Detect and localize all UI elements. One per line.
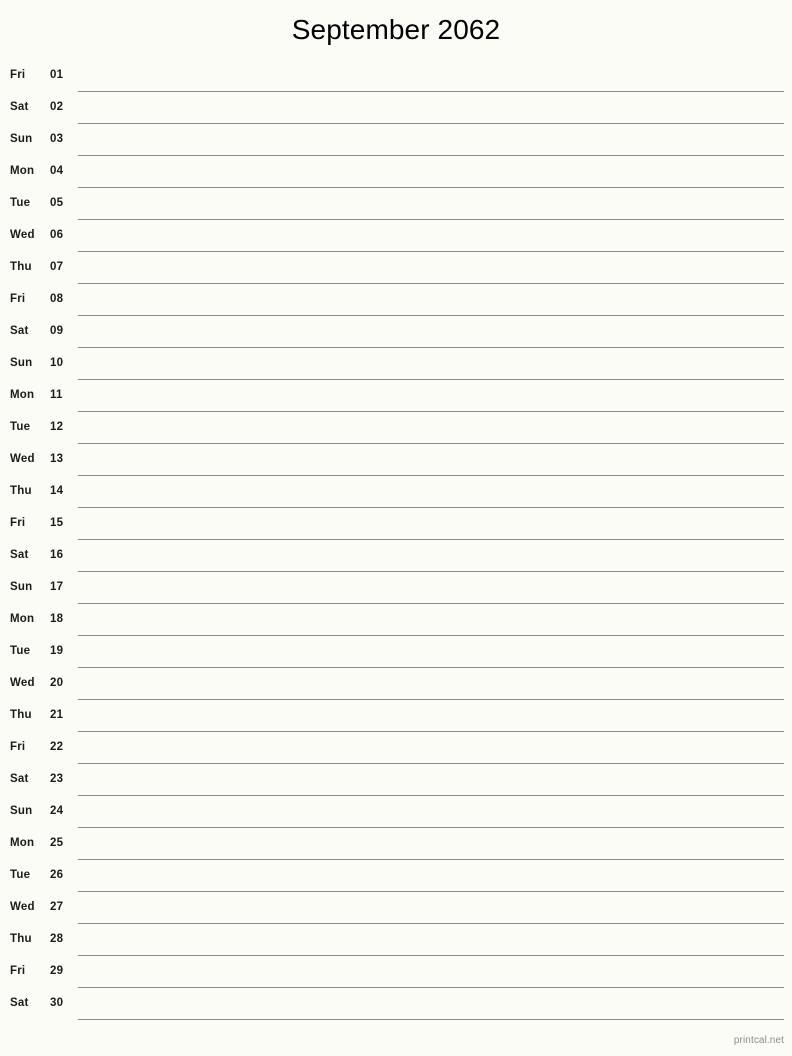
day-row: Thu 21 xyxy=(0,700,792,732)
calendar-header: September 2062 xyxy=(0,0,792,60)
day-weekday-label: Wed xyxy=(10,229,35,241)
day-row: Fri 01 xyxy=(0,60,792,92)
day-number-label: 03 xyxy=(50,133,64,145)
day-number-label: 08 xyxy=(50,293,64,305)
day-number-label: 09 xyxy=(50,325,64,337)
page-footer: printcal.net xyxy=(0,1030,792,1050)
day-number-label: 07 xyxy=(50,261,64,273)
day-weekday-label: Sat xyxy=(10,325,29,337)
day-row: Fri 29 xyxy=(0,956,792,988)
day-row: Sat 30 xyxy=(0,988,792,1020)
day-weekday-label: Mon xyxy=(10,165,35,177)
day-row: Sun 10 xyxy=(0,348,792,380)
day-row: Sat 16 xyxy=(0,540,792,572)
day-weekday-label: Sat xyxy=(10,101,29,113)
day-number-label: 28 xyxy=(50,933,64,945)
day-row-list: Fri 01 Sat 02 Sun 03 Mon 04 Tue 05 Wed 06 Thu 07 Fri 08… xyxy=(0,60,792,1020)
day-row: Fri 22 xyxy=(0,732,792,764)
day-number-label: 06 xyxy=(50,229,64,241)
day-row: Mon 04 xyxy=(0,156,792,188)
day-number-label: 26 xyxy=(50,869,64,881)
page-title: September 2062 xyxy=(291,14,501,45)
day-number-label: 01 xyxy=(50,69,64,81)
day-number-label: 17 xyxy=(50,581,64,593)
day-row: Wed 06 xyxy=(0,220,792,252)
day-number-label: 14 xyxy=(50,485,64,497)
day-row: Wed 27 xyxy=(0,892,792,924)
day-weekday-label: Sat xyxy=(10,997,29,1009)
day-number-label: 11 xyxy=(50,389,63,401)
day-weekday-label: Thu xyxy=(10,933,32,945)
day-weekday-label: Mon xyxy=(10,613,35,625)
day-weekday-label: Sun xyxy=(10,133,33,145)
day-weekday-label: Sat xyxy=(10,549,29,561)
day-number-label: 20 xyxy=(50,677,64,689)
day-weekday-label: Sun xyxy=(10,357,33,369)
day-row: Fri 15 xyxy=(0,508,792,540)
day-number-label: 16 xyxy=(50,549,64,561)
day-weekday-label: Tue xyxy=(10,645,31,657)
calendar-page: September 2062 Fri 01 Sat 02 Sun 03 Mon 04 Tue 05… xyxy=(0,0,792,1056)
day-weekday-label: Fri xyxy=(10,741,26,753)
day-row: Mon 11 xyxy=(0,380,792,412)
day-weekday-label: Fri xyxy=(10,965,26,977)
day-weekday-label: Wed xyxy=(10,453,35,465)
day-weekday-label: Sat xyxy=(10,773,29,785)
day-weekday-label: Tue xyxy=(10,421,31,433)
day-row: Fri 08 xyxy=(0,284,792,316)
day-number-label: 21 xyxy=(50,709,64,721)
day-number-label: 23 xyxy=(50,773,64,785)
day-row: Thu 14 xyxy=(0,476,792,508)
day-number-label: 04 xyxy=(50,165,64,177)
day-writing-line[interactable] xyxy=(78,1019,784,1020)
day-weekday-label: Sun xyxy=(10,805,33,817)
day-weekday-label: Wed xyxy=(10,677,35,689)
day-row: Tue 19 xyxy=(0,636,792,668)
day-weekday-label: Wed xyxy=(10,901,35,913)
day-row: Wed 20 xyxy=(0,668,792,700)
day-row: Tue 05 xyxy=(0,188,792,220)
day-number-label: 22 xyxy=(50,741,64,753)
day-number-label: 19 xyxy=(50,645,64,657)
day-row: Thu 07 xyxy=(0,252,792,284)
day-row: Tue 26 xyxy=(0,860,792,892)
day-weekday-label: Sun xyxy=(10,581,33,593)
day-row: Sun 17 xyxy=(0,572,792,604)
day-row: Sat 09 xyxy=(0,316,792,348)
day-number-label: 30 xyxy=(50,997,64,1009)
day-number-label: 18 xyxy=(50,613,64,625)
day-number-label: 02 xyxy=(50,101,64,113)
day-row: Thu 28 xyxy=(0,924,792,956)
day-weekday-label: Mon xyxy=(10,837,35,849)
day-weekday-label: Tue xyxy=(10,869,31,881)
day-row: Tue 12 xyxy=(0,412,792,444)
day-weekday-label: Thu xyxy=(10,261,32,273)
day-number-label: 24 xyxy=(50,805,64,817)
day-weekday-label: Mon xyxy=(10,389,35,401)
day-row: Sun 24 xyxy=(0,796,792,828)
day-row: Sat 02 xyxy=(0,92,792,124)
day-weekday-label: Thu xyxy=(10,709,32,721)
day-row: Wed 13 xyxy=(0,444,792,476)
day-row: Sat 23 xyxy=(0,764,792,796)
day-number-label: 29 xyxy=(50,965,64,977)
day-weekday-label: Thu xyxy=(10,485,32,497)
day-row: Mon 25 xyxy=(0,828,792,860)
day-number-label: 13 xyxy=(50,453,64,465)
day-number-label: 27 xyxy=(50,901,64,913)
day-number-label: 05 xyxy=(50,197,64,209)
footer-credit-link[interactable]: printcal.net xyxy=(734,1035,784,1046)
day-weekday-label: Fri xyxy=(10,293,26,305)
day-number-label: 10 xyxy=(50,357,64,369)
day-weekday-label: Tue xyxy=(10,197,31,209)
day-row: Sun 03 xyxy=(0,124,792,156)
day-number-label: 25 xyxy=(50,837,64,849)
day-row: Mon 18 xyxy=(0,604,792,636)
day-weekday-label: Fri xyxy=(10,69,26,81)
day-number-label: 15 xyxy=(50,517,64,529)
day-weekday-label: Fri xyxy=(10,517,26,529)
day-number-label: 12 xyxy=(50,421,64,433)
